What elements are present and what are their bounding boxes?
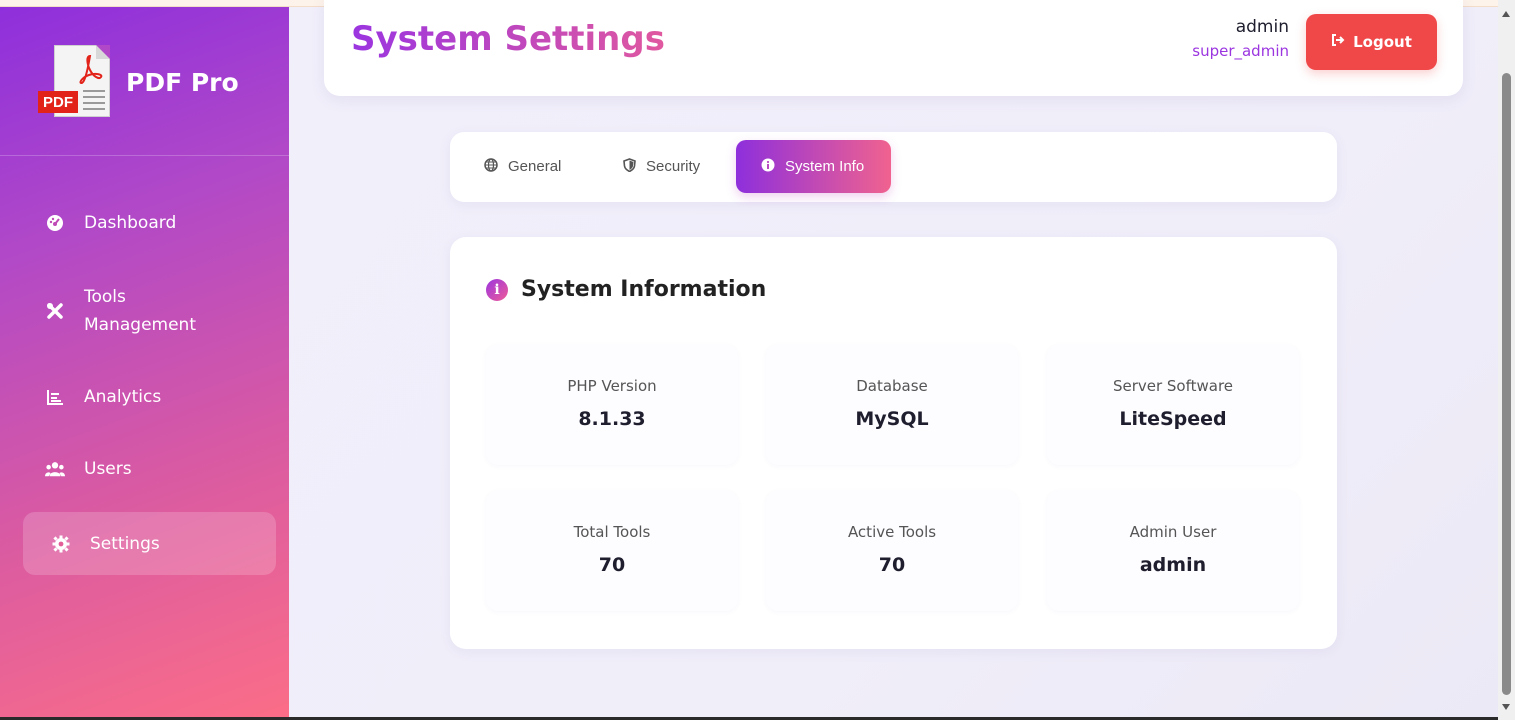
stat-label: Server Software — [1112, 377, 1234, 395]
main-content: System Settings admin super_admin Logout… — [289, 0, 1498, 717]
sidebar-item-label: Dashboard — [84, 213, 177, 233]
dashboard-icon — [45, 213, 65, 233]
tab-label: Security — [646, 158, 701, 175]
stat-value: admin — [1139, 554, 1207, 576]
info-icon — [761, 158, 775, 175]
sidebar-item-tools-management[interactable]: Tools Management — [23, 283, 276, 339]
tools-icon — [45, 301, 65, 321]
page-scrollbar[interactable] — [1498, 0, 1515, 720]
stat-database: Database MySQL — [766, 345, 1018, 465]
pdf-tag: PDF — [38, 91, 78, 113]
page-header: System Settings admin super_admin Logout — [324, 0, 1463, 96]
tab-label: System Info — [785, 158, 865, 175]
sidebar-item-settings[interactable]: Settings — [23, 512, 276, 575]
user-info: admin super_admin — [1192, 17, 1289, 60]
sidebar-item-label: Tools Management — [84, 287, 196, 335]
stat-value: 70 — [878, 554, 906, 576]
sidebar-item-analytics[interactable]: Analytics — [23, 377, 276, 417]
system-information-card: i System Information PHP Version 8.1.33 … — [450, 237, 1337, 649]
logout-label: Logout — [1353, 33, 1412, 51]
tab-general[interactable]: General — [484, 140, 584, 193]
gear-icon — [51, 534, 71, 554]
brand[interactable]: PDF PDF Pro — [38, 45, 278, 119]
stat-value: 8.1.33 — [578, 408, 646, 430]
stat-label: PHP Version — [567, 377, 657, 395]
stat-value: 70 — [598, 554, 626, 576]
scroll-up-arrow-icon[interactable] — [1502, 11, 1510, 17]
tab-label: General — [508, 158, 562, 175]
sidebar-item-label: Settings — [90, 533, 160, 554]
users-icon — [45, 459, 65, 479]
stat-label: Database — [856, 377, 928, 395]
user-role: super_admin — [1192, 42, 1289, 60]
stat-active-tools: Active Tools 70 — [766, 491, 1018, 611]
logout-button[interactable]: Logout — [1306, 14, 1437, 70]
sidebar-item-dashboard[interactable]: Dashboard — [23, 203, 276, 243]
chart-icon — [45, 387, 65, 407]
stat-server-software: Server Software LiteSpeed — [1047, 345, 1299, 465]
stat-php-version: PHP Version 8.1.33 — [486, 345, 738, 465]
sidebar-item-label: Analytics — [84, 387, 162, 407]
sidebar-divider — [0, 155, 289, 156]
page-title: System Settings — [351, 19, 665, 59]
section-title: System Information — [521, 277, 767, 302]
info-icon: i — [486, 278, 508, 301]
globe-icon — [484, 158, 498, 175]
scroll-down-arrow-icon[interactable] — [1502, 704, 1510, 710]
stat-admin-user: Admin User admin — [1047, 491, 1299, 611]
tab-system-info[interactable]: System Info — [736, 140, 891, 193]
acrobat-icon — [79, 54, 103, 84]
sidebar-item-label: Users — [84, 459, 132, 479]
stat-value: LiteSpeed — [1119, 408, 1227, 430]
scrollbar-thumb[interactable] — [1502, 73, 1511, 695]
sidebar-item-users[interactable]: Users — [23, 449, 276, 489]
settings-tabs: General Security System Info — [450, 132, 1337, 202]
stat-label: Total Tools — [573, 523, 651, 541]
user-name: admin — [1235, 17, 1289, 37]
shield-icon — [623, 158, 636, 175]
brand-name: PDF Pro — [126, 67, 239, 97]
stat-total-tools: Total Tools 70 — [486, 491, 738, 611]
pdf-file-icon: PDF — [38, 45, 112, 119]
tab-security[interactable]: Security — [623, 140, 723, 193]
stat-label: Active Tools — [847, 523, 937, 541]
section-heading: i System Information — [486, 277, 766, 302]
logout-icon — [1331, 33, 1345, 51]
sidebar: PDF PDF Pro Dashboard Tools Management An… — [0, 7, 289, 717]
stat-value: MySQL — [855, 408, 929, 430]
stat-label: Admin User — [1129, 523, 1217, 541]
